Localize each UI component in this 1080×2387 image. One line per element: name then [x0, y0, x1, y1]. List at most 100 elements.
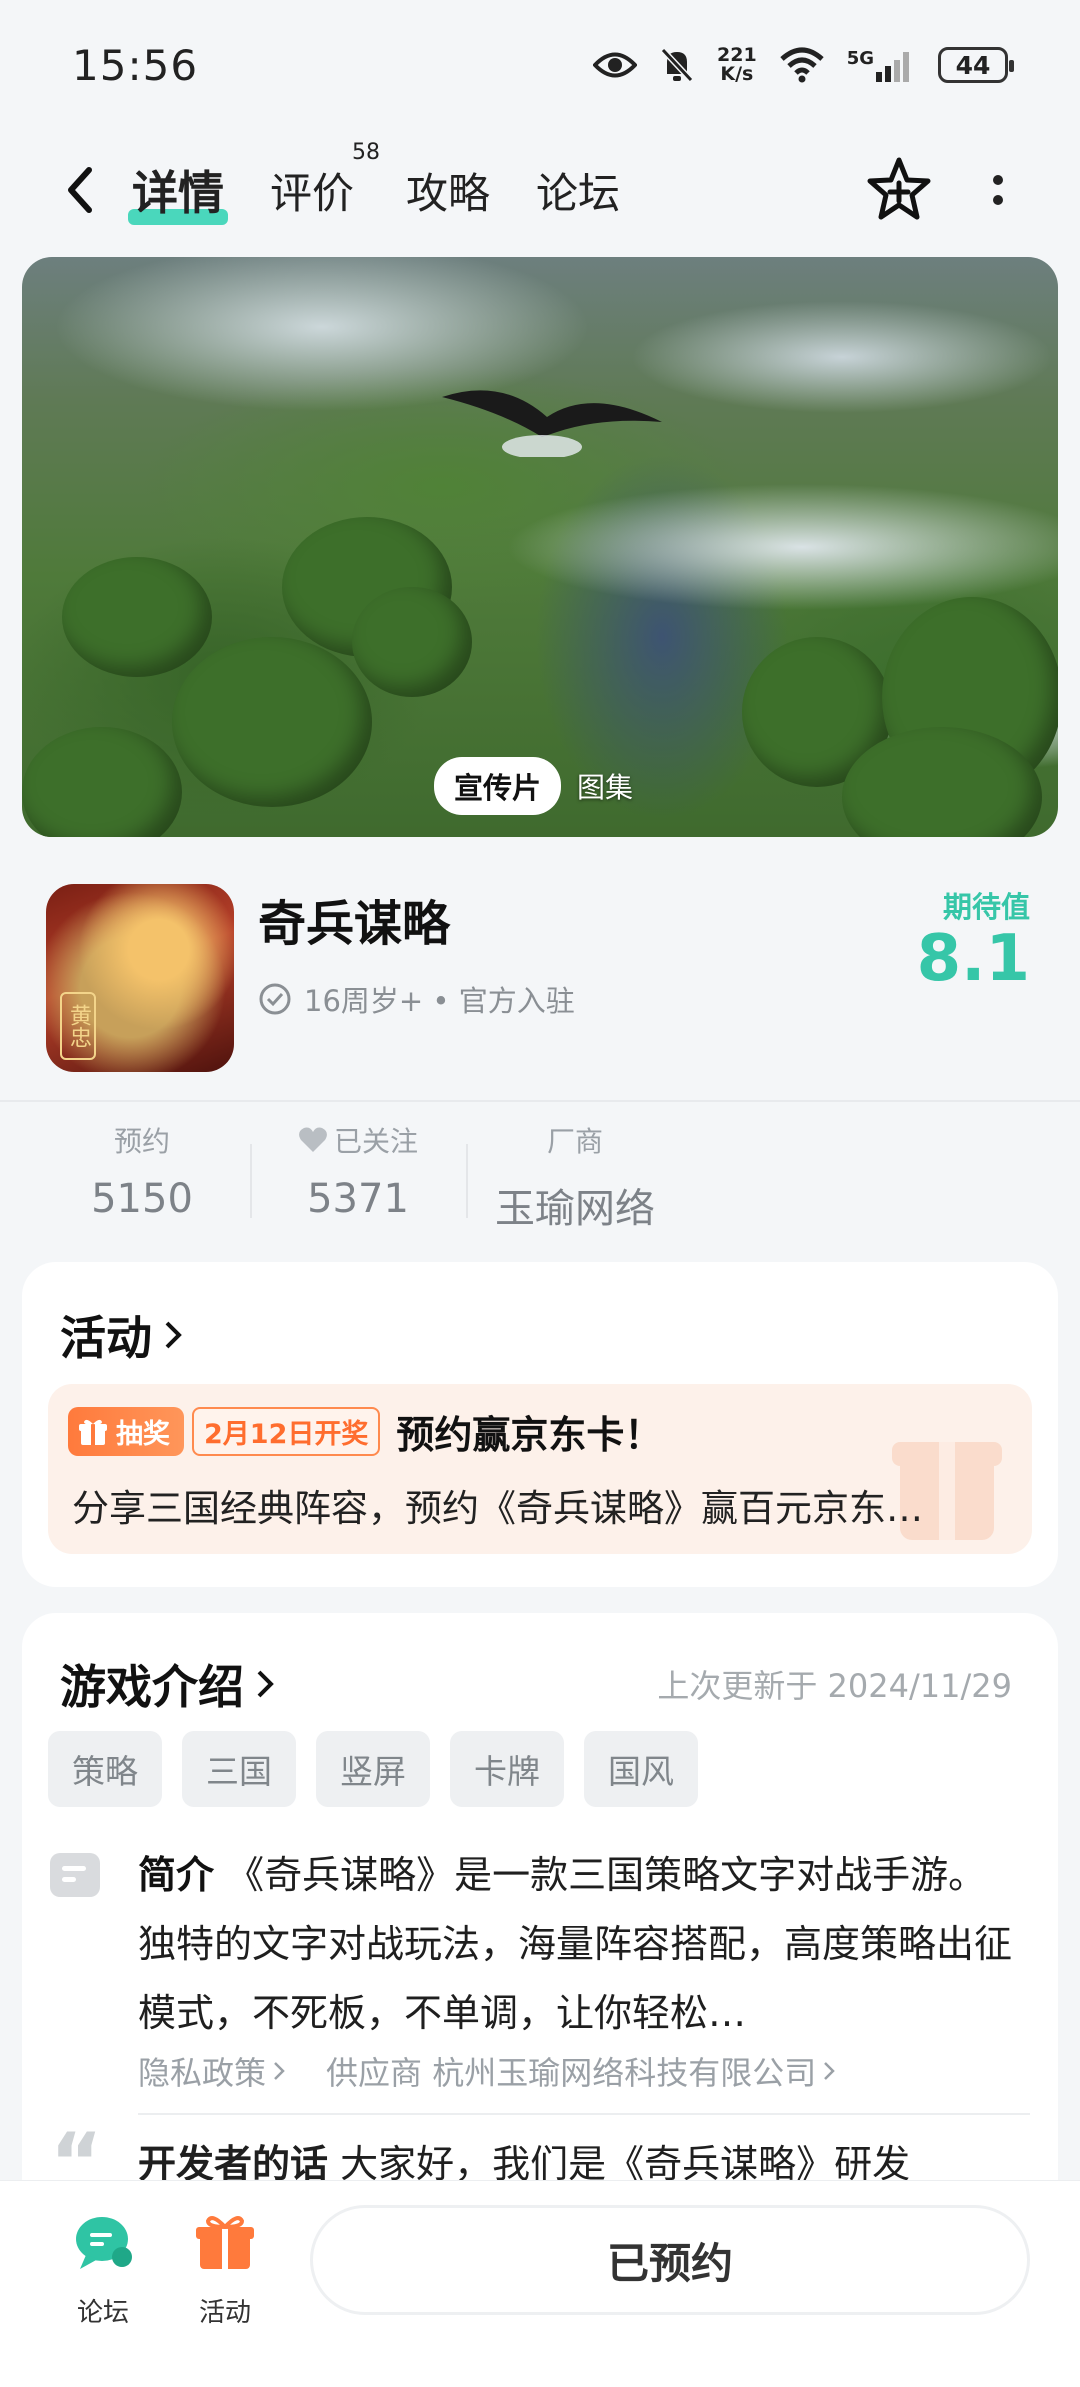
tab-bar: 详情 评价 58 攻略 论坛 — [128, 130, 620, 250]
game-intro-card: 游戏介绍 上次更新于 2024/11/29 策略 三国 竖屏 卡牌 国风 简介 … — [22, 1613, 1058, 2253]
star-plus-icon — [867, 157, 931, 220]
supplier-link[interactable]: 供应商 杭州玉瑜网络科技有限公司 — [326, 2048, 836, 2094]
lottery-badge-text: 抽奖 — [116, 1419, 170, 1450]
activity-card: 活动 抽奖 2月12日开奖 预约赢京东卡！ 分享三国经典阵容，预约《奇兵谋略》赢… — [22, 1262, 1058, 1587]
tab-guides[interactable]: 攻略 — [406, 160, 490, 221]
privacy-policy-text: 隐私政策 — [138, 2054, 267, 2092]
stat-label: 已关注 — [288, 1120, 428, 1160]
tab-forum[interactable]: 论坛 — [536, 160, 620, 221]
net-speed: 221 K/s — [717, 46, 757, 84]
stat-divider — [466, 1144, 468, 1218]
policy-links: 隐私政策 供应商 杭州玉瑜网络科技有限公司 — [138, 2048, 836, 2094]
stat-reservations: 预约 5150 — [82, 1120, 202, 1222]
more-options-button[interactable] — [976, 155, 1020, 225]
activity-description: 分享三国经典阵容，预约《奇兵谋略》赢百元京东… — [72, 1487, 923, 1530]
privacy-policy-link[interactable]: 隐私政策 — [138, 2048, 286, 2094]
back-button[interactable] — [52, 160, 108, 220]
game-title: 奇兵谋略 — [258, 896, 451, 952]
bottom-forum-button[interactable]: 论坛 — [48, 2211, 158, 2329]
tag-portrait[interactable]: 竖屏 — [316, 1731, 430, 1807]
back-arrow-icon — [68, 167, 92, 213]
network-type: 5G — [846, 48, 874, 69]
promo-video-banner[interactable]: 宣传片 图集 — [22, 257, 1058, 837]
favorite-button[interactable] — [864, 155, 934, 225]
tag-card[interactable]: 卡牌 — [450, 1731, 564, 1807]
stats-row: 预约 5150 已关注 5371 厂商 玉瑜网络 — [0, 1120, 1080, 1232]
bottom-activity-button[interactable]: 活动 — [170, 2211, 280, 2329]
chevron-right-icon — [165, 1321, 182, 1349]
stat-value: 5150 — [91, 1176, 193, 1222]
chevron-right-icon — [257, 1670, 274, 1698]
more-dot-icon — [993, 195, 1003, 205]
stat-value: 玉瑜网络 — [495, 1186, 655, 1232]
chevron-right-icon — [824, 2062, 835, 2080]
activity-title[interactable]: 活动 — [60, 1302, 184, 1368]
gift-box-icon — [196, 2216, 254, 2269]
game-summary[interactable]: 简介 《奇兵谋略》是一款三国策略文字对战手游。 独特的文字对战玩法，海量阵容搭配… — [138, 1841, 1028, 2048]
verified-check-icon — [259, 983, 291, 1015]
battery-indicator: 44 — [938, 47, 1014, 83]
bottom-forum-label: 论坛 — [76, 2298, 129, 2328]
tab-reviews[interactable]: 评价 58 — [270, 140, 380, 221]
more-dot-icon — [993, 175, 1003, 185]
reviews-count-badge: 58 — [352, 139, 381, 165]
tag-strategy[interactable]: 策略 — [48, 1731, 162, 1807]
chevron-right-icon — [274, 2062, 285, 2080]
top-nav: 详情 评价 58 攻略 论坛 — [0, 130, 1080, 250]
tab-reviews-label: 评价 — [270, 168, 355, 218]
net-speed-unit: K/s — [720, 63, 754, 85]
intro-divider — [138, 2113, 1030, 2115]
signal-icon: 5G — [847, 48, 916, 82]
stat-developer[interactable]: 厂商 玉瑜网络 — [490, 1120, 660, 1234]
expectation-label: 期待值 — [942, 890, 1030, 924]
bottom-action-bar: 论坛 活动 已预约 — [0, 2180, 1080, 2387]
activity-item[interactable]: 抽奖 2月12日开奖 预约赢京东卡！ 分享三国经典阵容，预约《奇兵谋略》赢百元京… — [48, 1384, 1032, 1554]
game-icon-seal: 黄忠 — [60, 992, 96, 1060]
reserved-button[interactable]: 已预约 — [310, 2205, 1030, 2315]
activity-title-text: 活动 — [60, 1311, 152, 1365]
section-divider — [0, 1100, 1080, 1102]
gallery-tab[interactable]: 图集 — [577, 766, 633, 806]
media-switcher: 宣传片 图集 — [434, 757, 633, 815]
summary-icon — [50, 1853, 100, 1897]
summary-label: 简介 — [138, 1853, 215, 1897]
stat-value: 5371 — [307, 1176, 409, 1222]
status-bar: 15:56 221 K/s 5G 44 — [0, 0, 1080, 130]
summary-text: 《奇兵谋略》是一款三国策略文字对战手游。 独特的文字对战玩法，海量阵容搭配，高度… — [138, 1853, 1013, 2035]
wifi-icon — [779, 47, 825, 83]
activity-header-row: 抽奖 2月12日开奖 预约赢京东卡！ — [68, 1404, 662, 1459]
seal-text: 黄忠 — [66, 1004, 91, 1048]
status-time: 15:56 — [72, 40, 199, 90]
banner-tree — [62, 557, 212, 677]
tag-chinese-style[interactable]: 国风 — [584, 1731, 698, 1807]
game-meta-text: 16周岁+ • 官方入驻 — [304, 984, 575, 1018]
activity-headline: 预约赢京东卡！ — [396, 1413, 663, 1457]
eye-icon — [593, 50, 638, 80]
tag-three-kingdoms[interactable]: 三国 — [182, 1731, 296, 1807]
stat-label-text: 已关注 — [333, 1125, 418, 1158]
game-header: 黄忠 奇兵谋略 16周岁+ • 官方入驻 期待值 8.1 — [0, 860, 1080, 1100]
expectation-score: 8.1 — [916, 922, 1030, 996]
stat-label: 预约 — [113, 1125, 170, 1158]
game-meta: 16周岁+ • 官方入驻 — [258, 978, 575, 1020]
game-intro-title-text: 游戏介绍 — [60, 1660, 244, 1714]
gift-icon — [79, 1419, 107, 1445]
game-intro-title[interactable]: 游戏介绍 — [60, 1651, 276, 1717]
tab-details[interactable]: 详情 — [128, 157, 228, 225]
stat-followers[interactable]: 已关注 5371 — [288, 1120, 428, 1222]
stat-divider — [250, 1144, 252, 1218]
banner-tree — [172, 637, 372, 807]
banner-tree — [352, 587, 472, 697]
banner-tree — [22, 727, 182, 837]
bottom-activity-label: 活动 — [198, 2298, 251, 2328]
status-icons: 221 K/s 5G 44 — [593, 46, 1014, 84]
supplier-text: 供应商 杭州玉瑜网络科技有限公司 — [326, 2054, 817, 2092]
lottery-badge: 抽奖 — [68, 1407, 184, 1456]
last-updated: 上次更新于 2024/11/29 — [657, 1667, 1012, 1705]
heart-icon — [299, 1127, 327, 1152]
mute-bell-icon — [659, 46, 695, 84]
stat-label: 厂商 — [546, 1125, 603, 1158]
draw-date-badge: 2月12日开奖 — [192, 1407, 381, 1456]
game-icon: 黄忠 — [46, 884, 234, 1072]
promo-video-tab[interactable]: 宣传片 — [434, 757, 562, 815]
